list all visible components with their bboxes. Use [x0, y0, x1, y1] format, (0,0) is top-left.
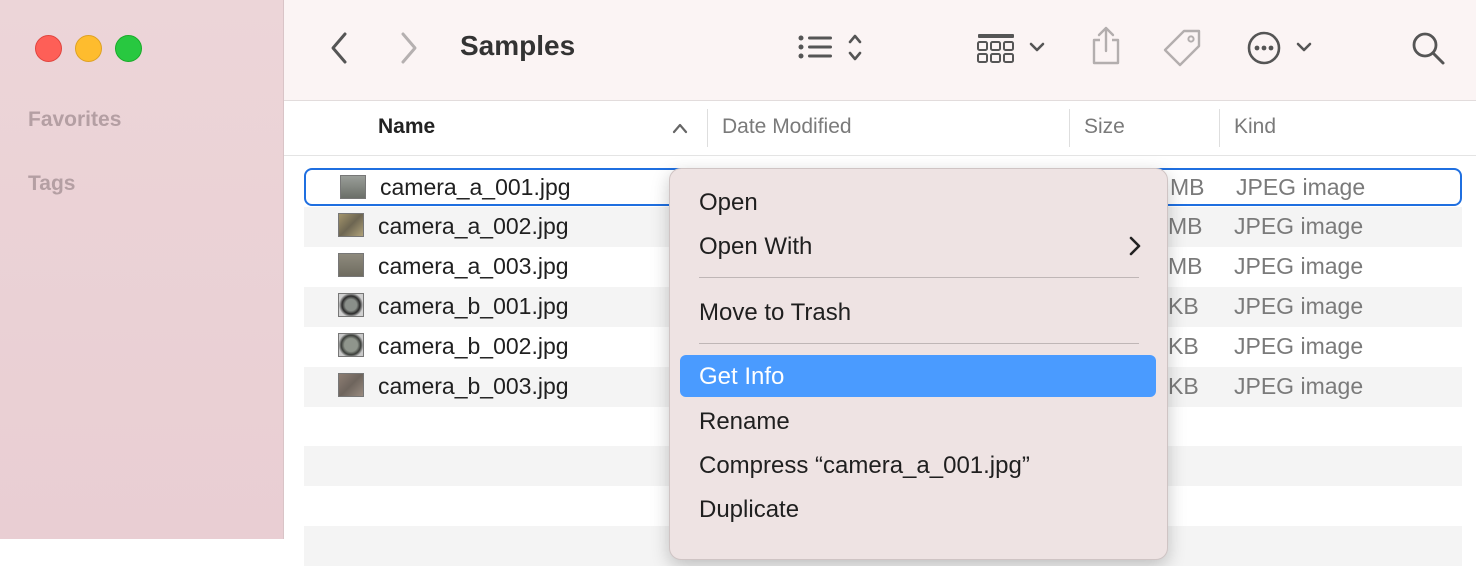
zoom-window-button[interactable] — [115, 35, 142, 62]
chevron-right-icon — [1128, 235, 1142, 262]
file-size: MB — [1168, 253, 1203, 279]
column-kind[interactable]: Kind — [1234, 115, 1276, 139]
file-kind: JPEG image — [1236, 174, 1366, 200]
menu-item-label: Compress “camera_a_001.jpg” — [699, 452, 1030, 479]
back-chevron-icon[interactable] — [328, 31, 350, 65]
list-view-icon[interactable] — [796, 30, 868, 66]
column-divider[interactable] — [1069, 109, 1070, 147]
column-name[interactable]: Name — [378, 115, 435, 139]
menu-item-open[interactable]: Open — [680, 181, 1156, 223]
column-date-modified[interactable]: Date Modified — [722, 115, 852, 139]
minimize-window-button[interactable] — [75, 35, 102, 62]
menu-item-rename[interactable]: Rename — [680, 400, 1156, 442]
window-title: Samples — [460, 30, 576, 61]
file-size: MB — [1168, 213, 1203, 239]
file-kind: JPEG image — [1234, 373, 1364, 399]
file-name: camera_a_003.jpg — [378, 253, 569, 279]
menu-separator — [699, 277, 1139, 278]
menu-item-label: Duplicate — [699, 496, 800, 523]
file-size: MB — [1170, 174, 1205, 200]
tag-icon[interactable] — [1162, 27, 1204, 69]
image-thumbnail-icon — [340, 175, 366, 199]
menu-item-label: Open — [699, 189, 758, 216]
context-menu: Open Open With Move to Trash Get Info Re… — [669, 168, 1168, 560]
column-divider[interactable] — [1219, 109, 1220, 147]
menu-item-label: Get Info — [699, 363, 785, 390]
image-thumbnail-icon — [338, 213, 364, 237]
file-size: KB — [1168, 333, 1199, 359]
search-icon[interactable] — [1410, 30, 1446, 66]
image-thumbnail-icon — [338, 333, 364, 357]
column-size[interactable]: Size — [1084, 115, 1125, 139]
image-thumbnail-icon — [338, 293, 364, 317]
column-header: Name Date Modified Size Kind — [284, 101, 1476, 156]
menu-item-label: Open With — [699, 233, 813, 260]
file-size: KB — [1168, 373, 1199, 399]
sidebar: Favorites Tags — [0, 0, 284, 539]
menu-item-label: Rename — [699, 408, 790, 435]
toolbar: Samples — [284, 0, 1476, 101]
menu-item-open-with[interactable]: Open With — [680, 225, 1156, 267]
menu-item-move-to-trash[interactable]: Move to Trash — [680, 291, 1156, 333]
file-kind: JPEG image — [1234, 253, 1364, 279]
close-window-button[interactable] — [35, 35, 62, 62]
menu-item-label: Move to Trash — [699, 299, 852, 326]
file-size: KB — [1168, 293, 1199, 319]
menu-item-compress[interactable]: Compress “camera_a_001.jpg” — [680, 444, 1156, 486]
file-name: camera_b_003.jpg — [378, 373, 569, 399]
menu-item-get-info[interactable]: Get Info — [680, 355, 1156, 397]
sidebar-section-favorites[interactable]: Favorites — [28, 108, 121, 132]
file-kind: JPEG image — [1234, 293, 1364, 319]
more-icon[interactable] — [1246, 29, 1318, 67]
file-kind: JPEG image — [1234, 213, 1364, 239]
menu-separator — [699, 343, 1139, 344]
file-name: camera_a_002.jpg — [378, 213, 569, 239]
file-kind: JPEG image — [1234, 333, 1364, 359]
sort-ascending-icon[interactable] — [671, 121, 689, 135]
share-icon[interactable] — [1090, 25, 1122, 67]
file-name: camera_b_002.jpg — [378, 333, 569, 359]
group-icon[interactable] — [976, 31, 1048, 65]
sidebar-section-tags[interactable]: Tags — [28, 172, 75, 196]
file-name: camera_b_001.jpg — [378, 293, 569, 319]
forward-chevron-icon[interactable] — [398, 31, 420, 65]
menu-item-duplicate[interactable]: Duplicate — [680, 488, 1156, 530]
image-thumbnail-icon — [338, 373, 364, 397]
column-divider[interactable] — [707, 109, 708, 147]
file-name: camera_a_001.jpg — [380, 174, 571, 200]
image-thumbnail-icon — [338, 253, 364, 277]
